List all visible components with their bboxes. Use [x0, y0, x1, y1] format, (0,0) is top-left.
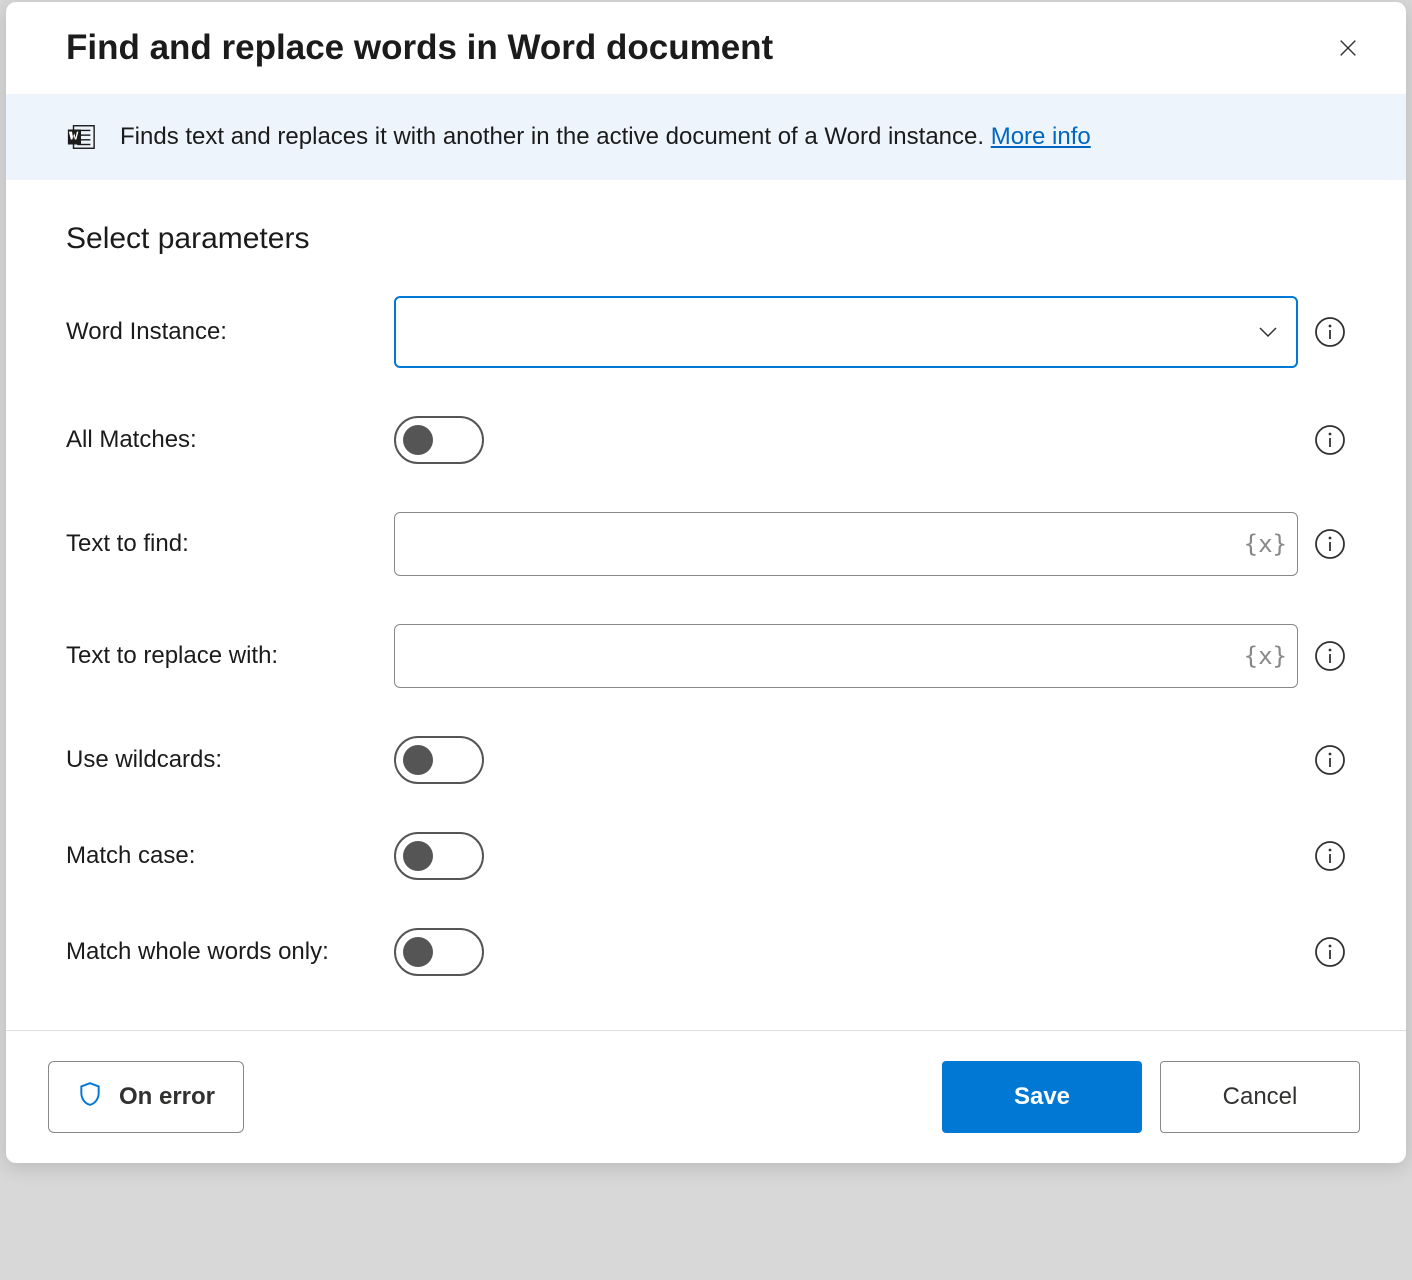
dialog-footer: On error Save Cancel	[6, 1030, 1406, 1163]
section-heading: Select parameters	[66, 222, 1346, 256]
param-row-all-matches: All Matches:	[66, 416, 1346, 464]
info-text: Finds text and replaces it with another …	[120, 123, 1091, 151]
word-instance-label: Word Instance:	[66, 318, 394, 346]
footer-actions: Save Cancel	[942, 1061, 1360, 1133]
info-icon[interactable]	[1314, 424, 1346, 456]
text-to-find-input[interactable]: {x}	[394, 512, 1298, 576]
param-control	[394, 832, 1346, 880]
variable-icon[interactable]: {x}	[1244, 530, 1287, 558]
info-banner: Finds text and replaces it with another …	[6, 94, 1406, 180]
save-button[interactable]: Save	[942, 1061, 1142, 1133]
info-icon[interactable]	[1314, 840, 1346, 872]
params-container: Select parameters Word Instance:	[6, 180, 1406, 1030]
info-icon[interactable]	[1314, 528, 1346, 560]
use-wildcards-toggle[interactable]	[394, 736, 484, 784]
close-icon	[1337, 37, 1359, 59]
variable-icon[interactable]: {x}	[1244, 642, 1287, 670]
param-control	[394, 736, 1346, 784]
info-icon[interactable]	[1314, 640, 1346, 672]
param-control: {x}	[394, 624, 1346, 688]
shield-icon	[77, 1081, 103, 1114]
param-row-match-whole-words: Match whole words only:	[66, 928, 1346, 976]
info-description: Finds text and replaces it with another …	[120, 123, 991, 150]
word-instance-dropdown[interactable]	[394, 296, 1298, 368]
param-row-word-instance: Word Instance:	[66, 296, 1346, 368]
info-icon[interactable]	[1314, 744, 1346, 776]
param-row-text-to-replace: Text to replace with: {x}	[66, 624, 1346, 688]
on-error-label: On error	[119, 1083, 215, 1111]
text-to-replace-input[interactable]: {x}	[394, 624, 1298, 688]
dialog: Find and replace words in Word document …	[6, 2, 1406, 1163]
more-info-link[interactable]: More info	[991, 123, 1091, 150]
toggle-knob	[403, 425, 433, 455]
match-whole-words-label: Match whole words only:	[66, 938, 394, 966]
match-case-toggle[interactable]	[394, 832, 484, 880]
all-matches-label: All Matches:	[66, 426, 394, 454]
param-control	[394, 928, 1346, 976]
chevron-down-icon	[1256, 320, 1280, 344]
cancel-button[interactable]: Cancel	[1160, 1061, 1360, 1133]
close-button[interactable]	[1330, 30, 1366, 66]
match-case-label: Match case:	[66, 842, 394, 870]
on-error-button[interactable]: On error	[48, 1061, 244, 1133]
toggle-knob	[403, 745, 433, 775]
word-icon	[66, 122, 96, 152]
param-row-text-to-find: Text to find: {x}	[66, 512, 1346, 576]
param-control	[394, 296, 1346, 368]
toggle-knob	[403, 841, 433, 871]
dialog-title: Find and replace words in Word document	[66, 28, 773, 68]
param-control	[394, 416, 1346, 464]
param-row-match-case: Match case:	[66, 832, 1346, 880]
text-to-find-label: Text to find:	[66, 530, 394, 558]
toggle-knob	[403, 937, 433, 967]
text-to-replace-label: Text to replace with:	[66, 642, 394, 670]
match-whole-words-toggle[interactable]	[394, 928, 484, 976]
param-control: {x}	[394, 512, 1346, 576]
info-icon[interactable]	[1314, 936, 1346, 968]
param-row-use-wildcards: Use wildcards:	[66, 736, 1346, 784]
info-icon[interactable]	[1314, 316, 1346, 348]
all-matches-toggle[interactable]	[394, 416, 484, 464]
use-wildcards-label: Use wildcards:	[66, 746, 394, 774]
dialog-header: Find and replace words in Word document	[6, 2, 1406, 94]
